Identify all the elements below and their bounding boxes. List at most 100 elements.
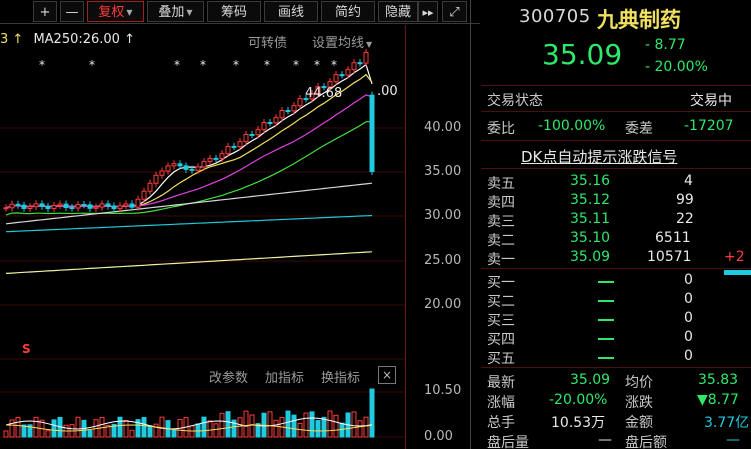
expand-icon[interactable]: ⤢ — [442, 1, 467, 22]
weibi-label: 委比 — [487, 121, 515, 137]
candle-body — [183, 165, 189, 170]
chevron-down-icon: ▼ — [126, 8, 133, 17]
candle-body — [195, 166, 201, 171]
zf-value: -20.00% — [549, 392, 608, 408]
empty-price-dash — [598, 319, 614, 321]
bid-volume: 0 — [684, 291, 693, 307]
candle-body — [231, 145, 237, 148]
candle-body — [69, 207, 75, 210]
volume-bar — [321, 416, 327, 438]
volume-bar — [51, 419, 57, 438]
zoom-out-button[interactable]: — — [60, 1, 84, 22]
signal-star: * — [39, 58, 45, 72]
candle-body — [201, 161, 207, 168]
candle-body — [45, 205, 51, 210]
set-ma-label: 设置均线 — [312, 36, 365, 51]
fuquan-dropdown[interactable]: 复权 ▼ — [87, 1, 144, 22]
sub-y-tick: 10.50 — [424, 383, 462, 398]
volume-bar — [249, 414, 255, 438]
candle-body — [39, 203, 45, 207]
avg-label: 均价 — [625, 375, 653, 391]
phl-label: 盘后量 — [487, 435, 529, 449]
jianyue-button[interactable]: 简约 — [321, 1, 375, 22]
switch-indicator-link[interactable]: 换指标 — [321, 367, 360, 386]
candle-body — [285, 110, 291, 113]
ask-volume: 10571 — [647, 249, 692, 265]
empty-price-dash — [598, 300, 614, 302]
candle-body — [105, 203, 111, 207]
divider — [481, 367, 751, 368]
ask-price: 35.11 — [570, 211, 611, 227]
ask-volume: 6511 — [655, 230, 691, 246]
y-tick: 40.00 — [424, 120, 462, 135]
zd-label: 涨跌 — [625, 395, 653, 411]
candle-body — [363, 51, 369, 64]
candle-body — [153, 174, 159, 184]
diejia-dropdown[interactable]: 叠加 ▼ — [147, 1, 204, 22]
price-change-pct: - 20.00% — [645, 59, 708, 75]
phl-value: — — [598, 432, 612, 448]
volume-bar — [357, 420, 363, 438]
volume-bar — [285, 410, 291, 438]
yincang-button[interactable]: 隐藏 — [378, 1, 418, 22]
chevron-down-icon: ▼ — [186, 8, 193, 17]
play-icon[interactable]: ▸▸ — [418, 1, 438, 22]
candle-body — [129, 203, 135, 208]
je-label: 金额 — [625, 415, 653, 431]
signal-star: * — [233, 58, 239, 72]
convertible-bond-link[interactable]: 可转债 — [248, 32, 287, 51]
volume-bar — [15, 416, 21, 438]
y-tick: 35.00 — [424, 164, 462, 179]
bid-label: 买四 — [487, 332, 515, 348]
add-indicator-link[interactable]: 加指标 — [265, 367, 304, 386]
huaxian-button[interactable]: 画线 — [264, 1, 318, 22]
signal-star: * — [314, 58, 320, 72]
candle-body — [147, 182, 153, 192]
zs-label: 总手 — [487, 415, 515, 431]
volume-bar — [201, 416, 207, 438]
candle-body — [273, 117, 279, 124]
dk-signal-link[interactable]: DK点自动提示涨跌信号 — [521, 146, 677, 167]
arrow-up-icon: ↑ — [124, 32, 136, 47]
volume-bar — [267, 411, 273, 438]
high-price-label: 44.68 — [305, 86, 343, 101]
volume-bar — [3, 430, 9, 438]
close-icon[interactable]: × — [378, 366, 396, 384]
chouma-button[interactable]: 筹码 — [207, 1, 261, 22]
candle-body — [207, 157, 213, 163]
sub-y-tick: 0.00 — [424, 429, 453, 444]
set-ma-link[interactable]: 设置均线 ▼ — [312, 32, 372, 51]
candle-body — [99, 203, 105, 208]
bid-volume: 0 — [684, 348, 693, 364]
zoom-in-button[interactable]: + — [33, 1, 57, 22]
volume-bar — [117, 416, 123, 438]
volume-bar — [153, 423, 159, 438]
chart-axis-separator — [405, 25, 406, 449]
trade-status-label: 交易状态 — [487, 93, 543, 109]
weicha-label: 委差 — [625, 121, 653, 137]
trade-status-value: 交易中 — [690, 93, 732, 109]
change-params-link[interactable]: 改参数 — [209, 367, 248, 386]
bid-label: 买二 — [487, 294, 515, 310]
stock-name: 九典制药 — [597, 8, 681, 32]
candle-body — [111, 205, 117, 210]
chart-toolbar: + — 复权 ▼ 叠加 ▼ 筹码 画线 简约 隐藏 ▸▸ ⤢ — [0, 0, 480, 24]
divider — [481, 140, 751, 141]
ask-price: 35.10 — [570, 230, 611, 246]
ma250-line — [5, 251, 373, 274]
candle-body — [243, 133, 249, 143]
phe-value: — — [726, 432, 740, 448]
candle-body — [357, 62, 363, 65]
candle-body — [291, 105, 297, 112]
candle-body — [75, 204, 81, 209]
volume-bar — [327, 410, 333, 438]
candle-body — [279, 110, 285, 119]
volume-bar — [369, 388, 375, 438]
volume-bar — [273, 419, 279, 438]
panel-divider — [470, 0, 471, 449]
chevron-down-icon: ▼ — [366, 40, 373, 49]
empty-price-dash — [598, 338, 614, 340]
candle-body — [261, 121, 267, 131]
y-tick: 30.00 — [424, 208, 462, 223]
ask-volume: 22 — [676, 211, 694, 227]
